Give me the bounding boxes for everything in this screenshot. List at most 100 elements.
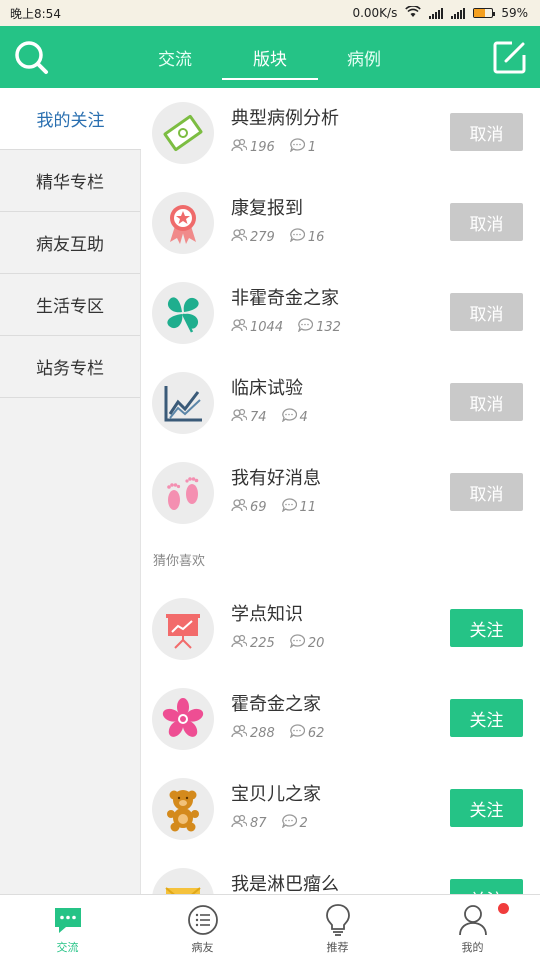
member-count: 288	[250, 725, 275, 741]
tab-label: 病例	[347, 49, 381, 70]
chat-bubble-icon	[52, 903, 84, 937]
members-icon	[231, 634, 248, 652]
sidebar-item-featured[interactable]: 精华专栏	[0, 150, 140, 212]
list-item[interactable]: 我是淋巴瘤么 关注	[141, 854, 540, 894]
post-count: 1	[307, 139, 317, 155]
member-count: 225	[250, 635, 275, 651]
sidebar-item-life[interactable]: 生活专区	[0, 274, 140, 336]
nav-wode[interactable]: 我的	[405, 895, 540, 960]
member-count: 87	[250, 815, 267, 831]
members-icon	[231, 318, 248, 336]
teddy-bear-icon	[152, 778, 214, 840]
nav-label: 交流	[56, 941, 79, 954]
suggest-section-label: 猜你喜欢	[153, 554, 206, 569]
unfollow-button[interactable]: 取消	[450, 473, 523, 511]
post-count: 20	[307, 635, 325, 651]
comment-icon	[289, 138, 305, 156]
clover-icon	[152, 282, 214, 344]
board-stats: 196 1	[231, 138, 330, 156]
list-item[interactable]: 临床试验 74 4 取消	[141, 358, 540, 448]
list-item[interactable]: 我有好消息 69 11 取消	[141, 448, 540, 538]
unfollow-button[interactable]: 取消	[450, 383, 523, 421]
tab-label: 版块	[253, 49, 287, 70]
member-count: 279	[250, 229, 275, 245]
board-stats: 1044 132	[231, 318, 355, 336]
nav-label: 我的	[461, 941, 484, 954]
envelope-icon	[152, 868, 214, 894]
post-count: 2	[299, 815, 308, 831]
board-title: 学点知识	[231, 604, 303, 625]
post-count: 11	[299, 499, 317, 515]
user-icon	[457, 903, 489, 937]
signal-2-icon	[451, 7, 466, 19]
list-item[interactable]: 非霍奇金之家 1044 132 取消	[141, 268, 540, 358]
status-time: 晚上8:54	[10, 6, 61, 21]
follow-button[interactable]: 关注	[450, 699, 523, 737]
members-icon	[231, 228, 248, 246]
comment-icon	[289, 724, 305, 742]
comment-icon	[289, 634, 305, 652]
list-item[interactable]: 学点知识 225 20 关注	[141, 584, 540, 674]
board-title: 典型病例分析	[231, 108, 339, 129]
board-title: 霍奇金之家	[231, 694, 321, 715]
list-item[interactable]: 康复报到 279 16 取消	[141, 178, 540, 268]
top-header: 交流 版块 病例	[0, 26, 540, 88]
nav-label: 病友	[191, 941, 214, 954]
members-icon	[231, 138, 248, 156]
list-item[interactable]: 霍奇金之家 288 62 关注	[141, 674, 540, 764]
board-title: 康复报到	[231, 198, 303, 219]
member-count: 1044	[250, 319, 284, 335]
list-item[interactable]: 典型病例分析 196 1 取消	[141, 88, 540, 178]
sidebar-item-patient-help[interactable]: 病友互助	[0, 212, 140, 274]
board-title: 非霍奇金之家	[231, 288, 339, 309]
wifi-icon	[405, 4, 422, 21]
tab-label: 交流	[158, 49, 192, 70]
unfollow-button[interactable]: 取消	[450, 203, 523, 241]
nav-bingyou[interactable]: 病友	[135, 895, 270, 960]
follow-button[interactable]: 关注	[450, 879, 523, 894]
search-icon[interactable]	[13, 39, 49, 75]
notification-dot	[498, 903, 509, 914]
lightbulb-icon	[322, 903, 354, 937]
unfollow-button[interactable]: 取消	[450, 113, 523, 151]
sidebar-item-my-follows[interactable]: 我的关注	[0, 88, 141, 150]
board-stats: 74 4	[231, 408, 322, 426]
board-stats: 225 20	[231, 634, 338, 652]
signal-1-icon	[429, 7, 444, 19]
edit-post-icon[interactable]	[492, 39, 528, 75]
board-list: 典型病例分析 196 1 取消 康复报到 279 16 取消 非霍奇金之家 10…	[141, 88, 540, 894]
bottom-nav: 交流 病友 推荐 我的	[0, 894, 540, 960]
follow-button[interactable]: 关注	[450, 609, 523, 647]
tab-bankuai[interactable]: 版块	[222, 26, 318, 88]
sidebar-item-label: 站务专栏	[36, 359, 104, 379]
case-book-icon	[152, 102, 214, 164]
member-count: 196	[250, 139, 275, 155]
sidebar: 我的关注 精华专栏 病友互助 生活专区 站务专栏	[0, 88, 141, 894]
list-item[interactable]: 宝贝儿之家 87 2 关注	[141, 764, 540, 854]
tab-bingli[interactable]: 病例	[316, 26, 412, 88]
members-icon	[231, 408, 248, 426]
post-count: 4	[299, 409, 308, 425]
member-count: 74	[250, 409, 267, 425]
board-title: 临床试验	[231, 378, 303, 399]
comment-icon	[281, 814, 297, 832]
board-stats: 87 2	[231, 814, 322, 832]
members-icon	[231, 814, 248, 832]
board-stats: 69 11	[231, 498, 330, 516]
follow-button[interactable]: 关注	[450, 789, 523, 827]
list-circle-icon	[187, 903, 219, 937]
sidebar-item-label: 我的关注	[36, 111, 105, 131]
battery-percent: 59%	[501, 6, 528, 20]
nav-label: 推荐	[326, 941, 349, 954]
unfollow-button[interactable]: 取消	[450, 293, 523, 331]
comment-icon	[281, 498, 297, 516]
sidebar-item-site-affairs[interactable]: 站务专栏	[0, 336, 140, 398]
footprints-icon	[152, 462, 214, 524]
tab-jiaoliu[interactable]: 交流	[127, 26, 223, 88]
board-title: 我是淋巴瘤么	[231, 874, 339, 894]
line-chart-icon	[152, 372, 214, 434]
board-title: 宝贝儿之家	[231, 784, 321, 805]
sidebar-item-label: 精华专栏	[36, 173, 104, 193]
nav-jiaoliu[interactable]: 交流	[0, 895, 135, 960]
nav-tuijian[interactable]: 推荐	[270, 895, 405, 960]
